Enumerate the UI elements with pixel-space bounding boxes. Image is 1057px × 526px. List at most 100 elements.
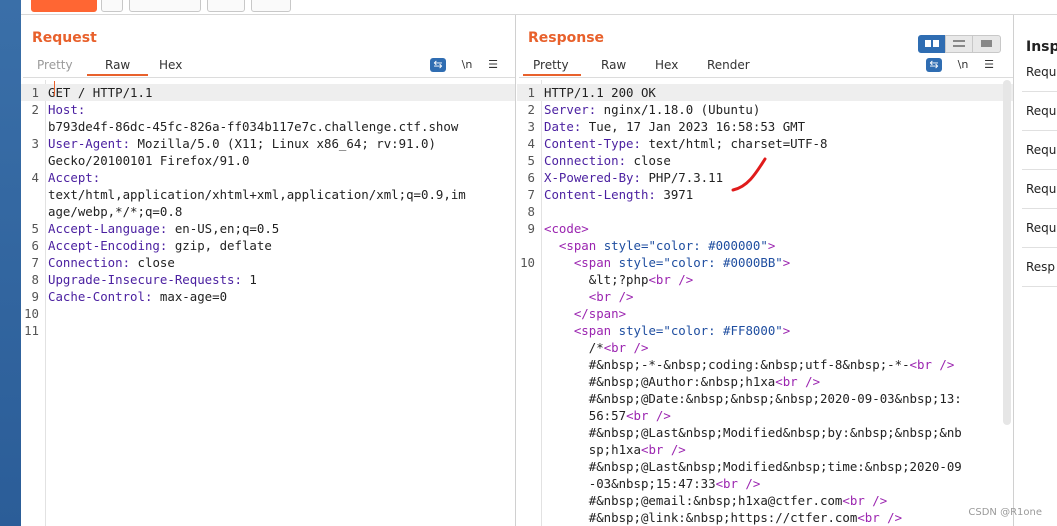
toolbar-button[interactable] — [251, 0, 291, 12]
inspector-pane: Insp Requ Requ Requ Requ Requ Resp — [1014, 15, 1057, 526]
layout-single-icon[interactable] — [972, 35, 1001, 53]
code-line: 8 — [517, 203, 1013, 220]
inspector-item[interactable]: Requ — [1022, 92, 1057, 131]
text-segment: nginx/1.18.0 (Ubuntu) — [596, 102, 761, 117]
line-text: Content-Type: text/html; charset=UTF-8 — [544, 135, 827, 152]
code-line: </span> — [517, 305, 1013, 322]
layout-split-icon[interactable] — [918, 35, 946, 53]
line-text: /*<br /> — [544, 339, 649, 356]
code-line: -03&nbsp;15:47:33<br /> — [517, 475, 1013, 492]
line-number: 7 — [31, 255, 39, 270]
html-tag: </span> — [544, 306, 627, 321]
tab-raw[interactable]: Raw — [87, 58, 149, 76]
line-number: 1 — [31, 85, 39, 100]
line-text: Accept-Encoding: gzip, deflate — [48, 237, 272, 254]
inspector-item[interactable]: Requ — [1022, 131, 1057, 170]
html-tag: <span — [544, 238, 604, 253]
code-line: 4 Accept: — [21, 169, 515, 186]
line-text: Connection: close — [544, 152, 671, 169]
line-text: User-Agent: Mozilla/5.0 (X11; Linux x86_… — [48, 135, 436, 152]
header-key: Date: — [544, 119, 582, 134]
code-line: 3 Date: Tue, 17 Jan 2023 16:58:53 GMT — [517, 118, 1013, 135]
line-text: GET / HTTP/1.1 — [48, 84, 152, 101]
response-editor[interactable]: 1 HTTP/1.1 200 OK 2 Server: nginx/1.18.0 (U… — [517, 80, 1013, 526]
code-line: 10 <span style="color: #0000BB"> — [517, 254, 1013, 271]
line-text: age/webp,*/*;q=0.8 — [48, 203, 182, 220]
line-number: 5 — [527, 153, 535, 168]
inspector-item[interactable]: Requ — [1022, 170, 1057, 209]
menu-icon[interactable]: ☰ — [485, 58, 501, 72]
desktop-edge — [0, 0, 21, 526]
text-segment: #&nbsp;@Last&nbsp;Modified&nbsp;by:&nbsp… — [544, 425, 962, 440]
line-text: 56:57<br /> — [544, 407, 671, 424]
line-text: Accept-Language: en-US,en;q=0.5 — [48, 220, 279, 237]
text-segment: Gecko/20100101 Firefox/91.0 — [48, 153, 250, 168]
text-segment: 56:57 — [544, 408, 627, 423]
line-number: 10 — [24, 306, 39, 321]
text-segment: gzip, deflate — [167, 238, 272, 253]
code-line: 8 Upgrade-Insecure-Requests: 1 — [21, 271, 515, 288]
line-number: 10 — [520, 255, 535, 270]
tab-hex[interactable]: Hex — [655, 58, 678, 72]
header-key: Content-Length: — [544, 187, 656, 202]
line-text: HTTP/1.1 200 OK — [544, 84, 656, 101]
response-scrollbar[interactable] — [1003, 80, 1011, 425]
code-line: <br /> — [517, 288, 1013, 305]
code-line: <span style="color: #000000"> — [517, 237, 1013, 254]
line-text: <code> — [544, 220, 589, 237]
code-line: b793de4f-86dc-45fc-826a-ff034b117e7c.cha… — [21, 118, 515, 135]
text-segment: #&nbsp;@link:&nbsp;https://ctfer.com — [544, 510, 858, 525]
line-number: 4 — [31, 170, 39, 185]
send-button[interactable] — [31, 0, 97, 12]
code-line: #&nbsp;@email:&nbsp;h1xa@ctfer.com<br /> — [517, 492, 1013, 509]
code-line: #&nbsp;-*-&nbsp;coding:&nbsp;utf-8&nbsp;… — [517, 356, 1013, 373]
response-pane: Response Pretty Raw Hex Render ⇆ \n ☰ 1H… — [517, 15, 1014, 526]
toolbar-button[interactable] — [207, 0, 245, 12]
wrap-lines-icon[interactable]: ⇆ — [430, 58, 446, 72]
code-line: 3 User-Agent: Mozilla/5.0 (X11; Linux x86… — [21, 135, 515, 152]
text-segment: HTTP/1.1 200 OK — [544, 85, 656, 100]
inspector-item[interactable]: Requ — [1022, 53, 1057, 92]
tab-pretty[interactable]: Pretty — [37, 58, 73, 72]
code-line: /*<br /> — [517, 339, 1013, 356]
line-text: #&nbsp;@link:&nbsp;https://ctfer.com<br … — [544, 509, 902, 526]
tab-render[interactable]: Render — [707, 58, 750, 72]
watermark: CSDN @R1one — [968, 507, 1042, 518]
line-text: #&nbsp;@Last&nbsp;Modified&nbsp;time:&nb… — [544, 458, 962, 475]
line-text: #&nbsp;@email:&nbsp;h1xa@ctfer.com<br /> — [544, 492, 887, 509]
wrap-lines-icon[interactable]: ⇆ — [926, 58, 942, 72]
inspector-item[interactable]: Resp — [1022, 248, 1057, 287]
line-text: Gecko/20100101 Firefox/91.0 — [48, 152, 249, 169]
response-title: Response — [528, 30, 605, 46]
line-number: 5 — [31, 221, 39, 236]
request-editor[interactable]: 1 GET / HTTP/1.1 2 Host: b793de4f-86dc-45fc-… — [21, 80, 515, 526]
line-text: &lt;?php<br /> — [544, 271, 693, 288]
text-segment: b793de4f-86dc-45fc-826a-ff034b117e7c.cha… — [48, 119, 459, 134]
line-text: Date: Tue, 17 Jan 2023 16:58:53 GMT — [544, 118, 805, 135]
line-text: #&nbsp;@Author:&nbsp;h1xa<br /> — [544, 373, 820, 390]
line-number: 11 — [24, 323, 39, 338]
text-segment: max-age=0 — [152, 289, 228, 304]
tab-raw[interactable]: Raw — [601, 58, 626, 72]
text-segment: close — [130, 255, 175, 270]
inspector-item[interactable]: Requ — [1022, 209, 1057, 248]
menu-icon[interactable]: ☰ — [981, 58, 997, 72]
line-number: 9 — [31, 289, 39, 304]
text-segment: Tue, 17 Jan 2023 16:58:53 GMT — [581, 119, 806, 134]
text-segment: #&nbsp;@Date:&nbsp;&nbsp;&nbsp;2020-09-0… — [544, 391, 962, 406]
text-segment: text/html; charset=UTF-8 — [640, 136, 828, 151]
toolbar-button[interactable] — [129, 0, 201, 12]
request-title: Request — [32, 30, 97, 46]
header-key: Connection: — [48, 255, 131, 270]
code-line: 2 Server: nginx/1.18.0 (Ubuntu) — [517, 101, 1013, 118]
text-cursor — [54, 81, 55, 96]
header-key: Accept: — [48, 170, 101, 185]
tab-hex[interactable]: Hex — [159, 58, 182, 72]
header-key: Accept-Language: — [48, 221, 168, 236]
top-toolbar — [21, 0, 1057, 15]
newline-icon[interactable]: \n — [459, 58, 475, 72]
layout-stacked-icon[interactable] — [945, 35, 973, 53]
newline-icon[interactable]: \n — [955, 58, 971, 72]
toolbar-button[interactable] — [101, 0, 123, 12]
tab-pretty[interactable]: Pretty — [523, 58, 581, 76]
